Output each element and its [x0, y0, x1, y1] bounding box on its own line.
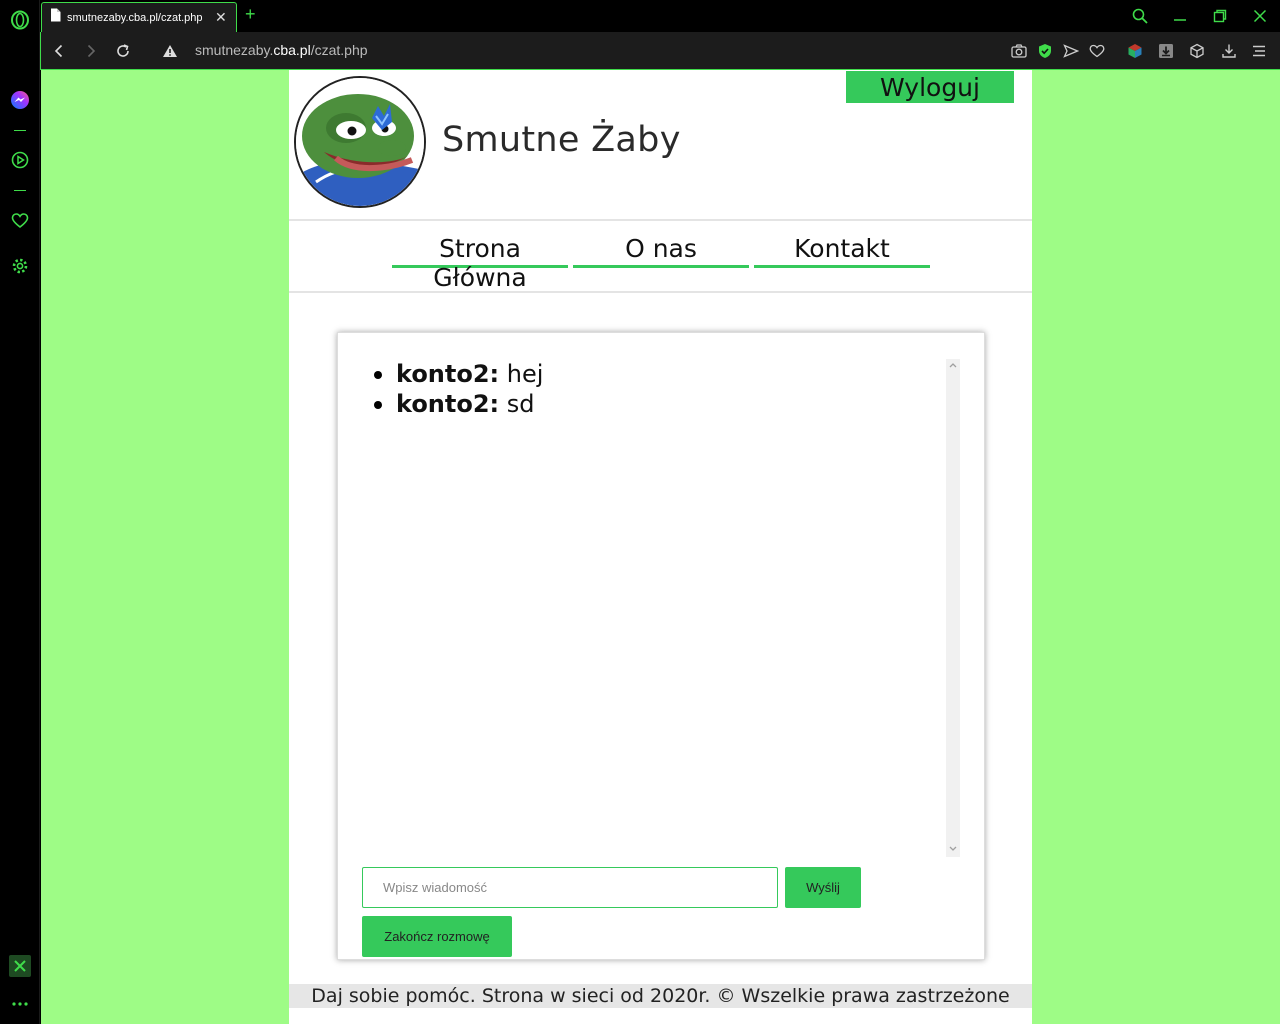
- url-text[interactable]: smutnezaby.cba.pl/czat.php: [195, 42, 368, 58]
- message-list: konto2: hej konto2: sd: [362, 359, 958, 857]
- tab-bar: smutnezaby.cba.pl/czat.php ✕ +: [40, 0, 1280, 32]
- message-user: konto2:: [396, 360, 500, 388]
- message-item: konto2: sd: [372, 389, 958, 419]
- download-box-icon[interactable]: [1157, 42, 1175, 60]
- page-viewport: Smutne Żaby Wyloguj Strona Główna O nas …: [41, 70, 1280, 1024]
- message-item: konto2: hej: [372, 359, 958, 389]
- send-button[interactable]: Wyślij: [785, 867, 861, 908]
- logout-button[interactable]: Wyloguj: [846, 71, 1014, 103]
- site-header: Smutne Żaby Wyloguj: [289, 70, 1032, 221]
- easy-setup-menu-icon[interactable]: [1250, 42, 1268, 60]
- close-window-icon[interactable]: [1250, 6, 1270, 26]
- more-options-icon[interactable]: [10, 994, 30, 1014]
- frog-logo[interactable]: [294, 76, 426, 208]
- message-input[interactable]: [362, 867, 778, 908]
- end-chat-button[interactable]: Zakończ rozmowę: [362, 916, 512, 957]
- site-title: Smutne Żaby: [442, 120, 681, 160]
- chat-box: konto2: hej konto2: sd Wyślij Zakończ ro…: [337, 332, 985, 960]
- address-bar: smutnezaby.cba.pl/czat.php: [40, 32, 1280, 70]
- search-tabs-icon[interactable]: [1130, 6, 1150, 26]
- player-icon[interactable]: [10, 150, 30, 170]
- extension-cube-colored-icon[interactable]: [1126, 42, 1144, 60]
- opera-logo-icon[interactable]: [10, 10, 30, 30]
- message-text: sd: [499, 390, 535, 418]
- tab-active[interactable]: smutnezaby.cba.pl/czat.php ✕: [41, 2, 237, 32]
- sidebar-divider: [14, 190, 26, 191]
- message-user: konto2:: [396, 390, 500, 418]
- warning-icon[interactable]: [160, 41, 180, 61]
- browser-sidebar: [0, 0, 40, 1024]
- minimize-icon[interactable]: [1170, 6, 1190, 26]
- page-container: Smutne Żaby Wyloguj Strona Główna O nas …: [289, 70, 1032, 1024]
- heart-icon[interactable]: [10, 211, 30, 231]
- back-icon[interactable]: [49, 41, 69, 61]
- site-footer: Daj sobie pomóc. Strona w sieci od 2020r…: [289, 984, 1032, 1008]
- nav-link-home[interactable]: Strona Główna: [392, 234, 568, 292]
- restore-icon[interactable]: [1210, 6, 1230, 26]
- page-file-icon: [50, 8, 61, 27]
- scroll-down-icon[interactable]: [948, 845, 958, 855]
- nav-link-contact[interactable]: Kontakt: [754, 234, 930, 268]
- nav-link-about[interactable]: O nas: [573, 234, 749, 268]
- reload-icon[interactable]: [113, 41, 133, 61]
- extensions-cube-icon[interactable]: [1188, 42, 1206, 60]
- bookmark-heart-icon[interactable]: [1088, 42, 1106, 60]
- main-nav: Strona Główna O nas Kontakt: [289, 221, 1032, 293]
- extension-icon[interactable]: [9, 955, 31, 977]
- message-scrollbar[interactable]: [946, 359, 960, 857]
- sidebar-divider: [14, 130, 26, 131]
- messenger-icon[interactable]: [10, 90, 30, 110]
- message-text: hej: [499, 360, 544, 388]
- new-tab-button[interactable]: +: [245, 4, 256, 25]
- downloads-icon[interactable]: [1220, 42, 1238, 60]
- scroll-up-icon[interactable]: [948, 361, 958, 371]
- adblock-shield-icon[interactable]: [1036, 42, 1054, 60]
- settings-gear-icon[interactable]: [10, 256, 30, 276]
- snapshot-camera-icon[interactable]: [1010, 42, 1028, 60]
- forward-icon[interactable]: [81, 41, 101, 61]
- send-share-icon[interactable]: [1062, 42, 1080, 60]
- tab-title: smutnezaby.cba.pl/czat.php: [67, 11, 203, 24]
- tab-close-icon[interactable]: ✕: [215, 9, 227, 26]
